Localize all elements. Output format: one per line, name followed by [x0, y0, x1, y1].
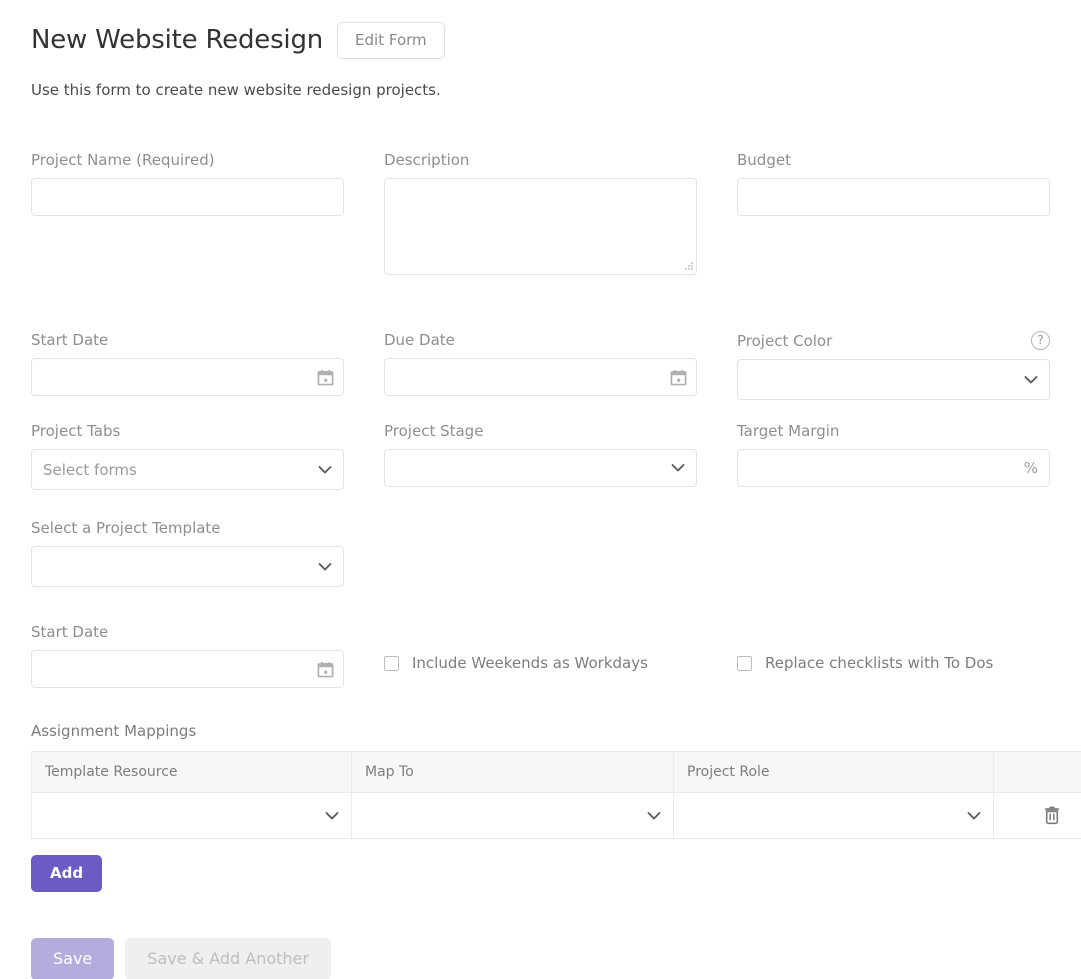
template-start-date-label: Start Date — [31, 623, 109, 641]
field-target-margin: Target Margin % — [737, 422, 1050, 490]
project-color-select[interactable] — [737, 359, 1050, 400]
include-weekends-checkbox[interactable] — [384, 655, 399, 671]
form-page: New Website Redesign Edit Form Use this … — [0, 0, 1081, 979]
field-project-stage: Project Stage — [384, 422, 697, 490]
add-mapping-button[interactable]: Add — [31, 855, 103, 892]
column-header-project-role: Project Role — [673, 751, 994, 793]
project-tabs-select[interactable]: Select forms — [31, 449, 344, 490]
form-grid: Project Name (Required) Description Budg… — [31, 151, 1081, 688]
project-stage-select[interactable] — [384, 449, 697, 487]
calendar-icon[interactable] — [669, 368, 687, 386]
budget-input[interactable] — [737, 178, 1050, 216]
page-title: New Website Redesign — [31, 25, 324, 56]
project-template-label: Select a Project Template — [31, 519, 221, 537]
target-margin-input[interactable] — [737, 449, 1050, 487]
field-description: Description — [384, 151, 697, 275]
budget-label: Budget — [737, 151, 791, 169]
checkbox-include-weekends: Include Weekends as Workdays — [384, 623, 697, 688]
template-resource-select[interactable] — [32, 794, 351, 838]
project-color-label: Project Color — [737, 331, 833, 350]
page-subtitle: Use this form to create new website rede… — [31, 81, 441, 99]
field-due-date: Due Date — [384, 331, 697, 400]
cell-template-resource — [31, 792, 352, 839]
cell-project-role — [673, 792, 994, 839]
column-header-map-to: Map To — [351, 751, 674, 793]
save-and-add-another-button[interactable]: Save & Add Another — [125, 938, 331, 979]
table-row — [31, 792, 1081, 839]
table-header-row: Template Resource Map To Project Role — [31, 751, 1081, 793]
project-template-select[interactable] — [31, 546, 344, 587]
due-date-input[interactable] — [384, 358, 697, 396]
field-project-tabs: Project Tabs Select forms — [31, 422, 344, 490]
calendar-icon[interactable] — [316, 368, 334, 386]
page-header: New Website Redesign Edit Form — [31, 0, 1081, 59]
cell-delete — [993, 792, 1081, 839]
delete-row-button[interactable] — [1039, 802, 1065, 829]
target-margin-label: Target Margin — [737, 422, 840, 440]
field-template-start-date: Start Date — [31, 623, 344, 688]
field-project-template: Select a Project Template — [31, 519, 344, 587]
description-textarea[interactable] — [384, 178, 697, 275]
field-project-name: Project Name (Required) — [31, 151, 344, 275]
assignment-mappings-table: Template Resource Map To Project Role — [31, 751, 1081, 839]
column-header-template-resource: Template Resource — [31, 751, 352, 793]
checkbox-replace-checklists: Replace checklists with To Dos — [737, 623, 1050, 688]
start-date-label: Start Date — [31, 331, 109, 349]
cell-map-to — [351, 792, 674, 839]
edit-form-button[interactable]: Edit Form — [337, 22, 445, 59]
save-button[interactable]: Save — [31, 938, 115, 979]
assignment-mappings-section: Assignment Mappings Template Resource Ma… — [31, 722, 1081, 892]
template-start-date-input[interactable] — [31, 650, 344, 688]
project-stage-label: Project Stage — [384, 422, 484, 440]
due-date-label: Due Date — [384, 331, 455, 349]
project-name-label: Project Name (Required) — [31, 151, 215, 169]
replace-checklists-checkbox[interactable] — [737, 655, 752, 671]
include-weekends-label[interactable]: Include Weekends as Workdays — [412, 654, 648, 672]
column-header-actions — [993, 751, 1081, 793]
field-start-date: Start Date — [31, 331, 344, 400]
map-to-select[interactable] — [352, 794, 673, 838]
project-tabs-label: Project Tabs — [31, 422, 121, 440]
start-date-input[interactable] — [31, 358, 344, 396]
description-label: Description — [384, 151, 470, 169]
project-role-select[interactable] — [674, 794, 993, 838]
assignment-mappings-title: Assignment Mappings — [31, 722, 197, 740]
help-circle-icon[interactable]: ? — [1031, 331, 1050, 350]
trash-icon — [1044, 806, 1059, 825]
replace-checklists-label[interactable]: Replace checklists with To Dos — [765, 654, 993, 672]
project-name-input[interactable] — [31, 178, 344, 216]
field-budget: Budget — [737, 151, 1050, 275]
field-project-color: Project Color ? — [737, 331, 1050, 400]
calendar-icon[interactable] — [316, 660, 334, 678]
footer-actions: Save Save & Add Another — [31, 938, 1081, 979]
